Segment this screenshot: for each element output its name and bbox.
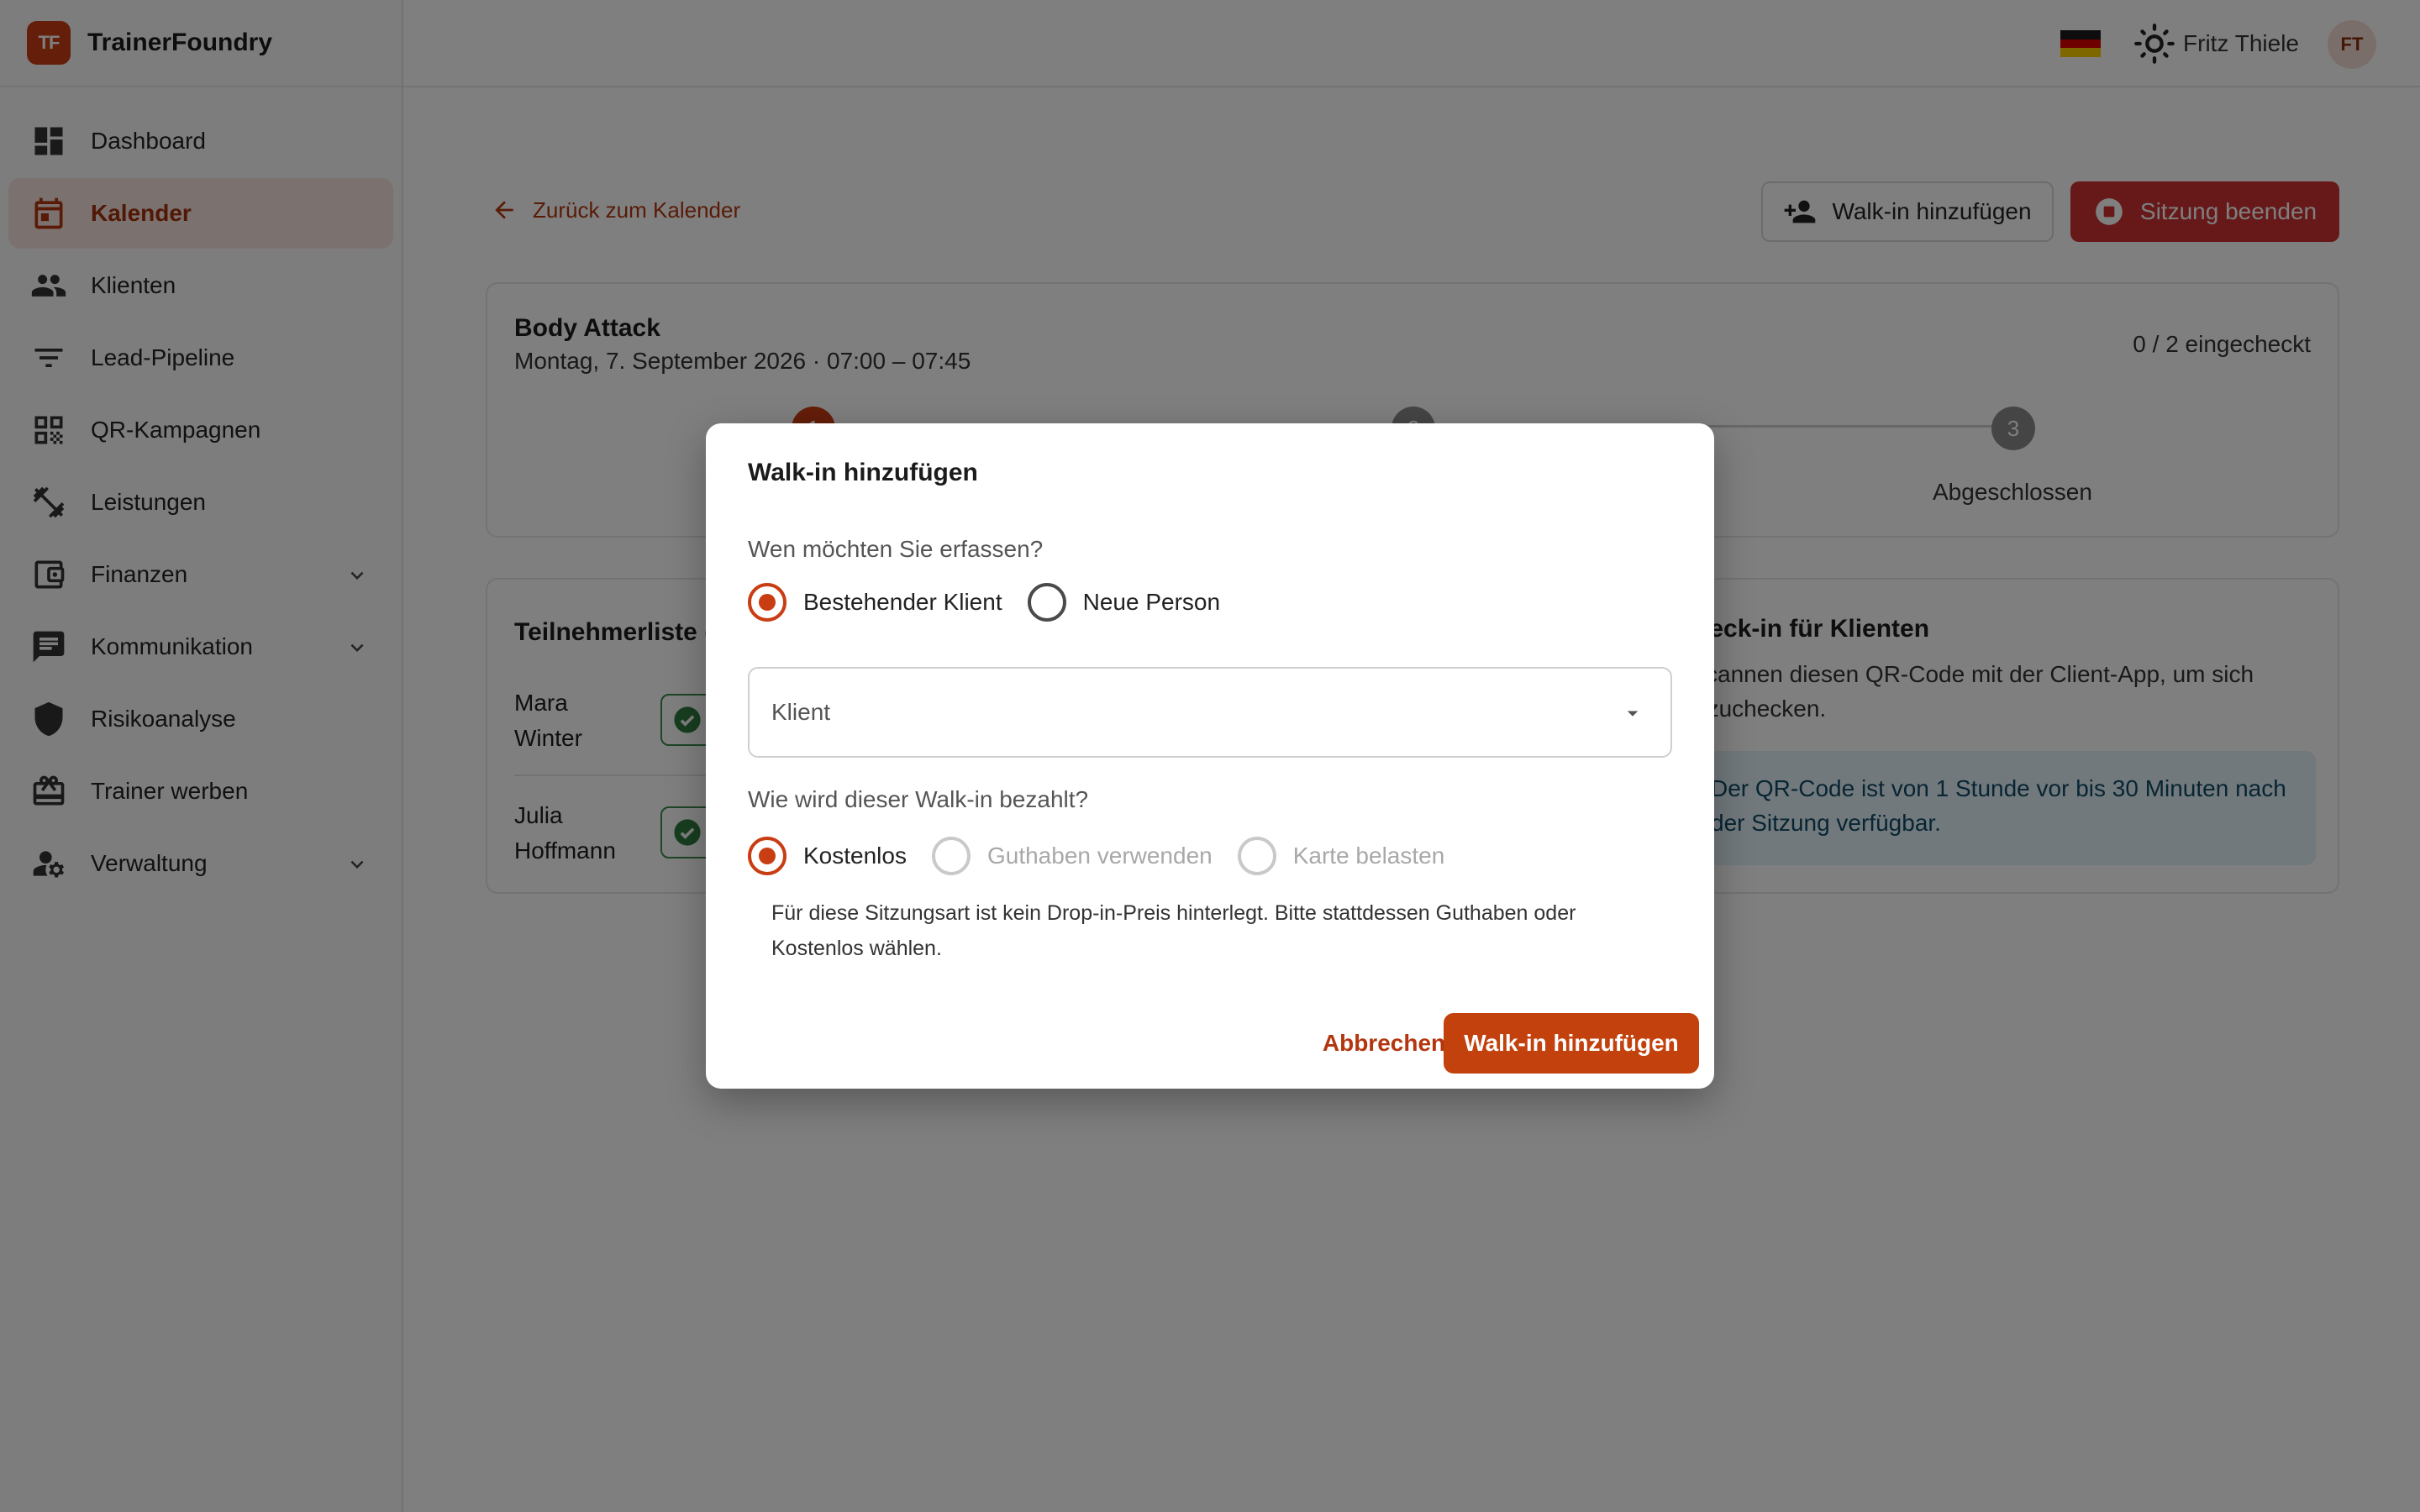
radio-label: Bestehender Klient bbox=[803, 589, 1002, 615]
payment-hint: Für diese Sitzungsart ist kein Drop-in-P… bbox=[771, 901, 1576, 960]
radio-disabled-icon bbox=[1237, 837, 1276, 875]
radio-unchecked-icon[interactable] bbox=[1027, 583, 1066, 622]
submit-walkin-button[interactable]: Walk-in hinzufügen bbox=[1444, 1013, 1699, 1074]
radio-label: Kostenlos bbox=[803, 843, 907, 869]
radio-checked-icon[interactable] bbox=[748, 837, 786, 875]
dialog-title: Walk-in hinzufügen bbox=[748, 459, 978, 486]
who-question: Wen möchten Sie erfassen? bbox=[748, 536, 1044, 562]
radio-checked-icon[interactable] bbox=[748, 583, 786, 622]
radio-charge-card: Karte belasten bbox=[1237, 837, 1445, 875]
payment-radio-group: Kostenlos Guthaben verwenden Karte belas… bbox=[748, 837, 1470, 875]
who-radio-group: Bestehender Klient Neue Person bbox=[748, 583, 1245, 622]
radio-label: Guthaben verwenden bbox=[986, 843, 1213, 869]
client-select-placeholder: Klient bbox=[771, 699, 831, 725]
client-select[interactable]: Klient bbox=[748, 667, 1672, 758]
radio-label: Neue Person bbox=[1082, 589, 1221, 615]
radio-existing-client[interactable]: Bestehender Klient bbox=[748, 583, 1002, 622]
cancel-button[interactable]: Abbrechen bbox=[1304, 1013, 1464, 1074]
dropdown-arrow-icon bbox=[1627, 711, 1639, 717]
walkin-dialog: Walk-in hinzufügen Wen möchten Sie erfas… bbox=[706, 423, 1714, 1089]
radio-disabled-icon bbox=[931, 837, 971, 875]
radio-new-person[interactable]: Neue Person bbox=[1027, 583, 1221, 622]
radio-use-credit: Guthaben verwenden bbox=[931, 837, 1213, 875]
payment-question: Wie wird dieser Walk-in bezahlt? bbox=[748, 786, 1089, 812]
radio-label: Karte belasten bbox=[1292, 843, 1445, 869]
radio-free[interactable]: Kostenlos bbox=[748, 837, 907, 875]
